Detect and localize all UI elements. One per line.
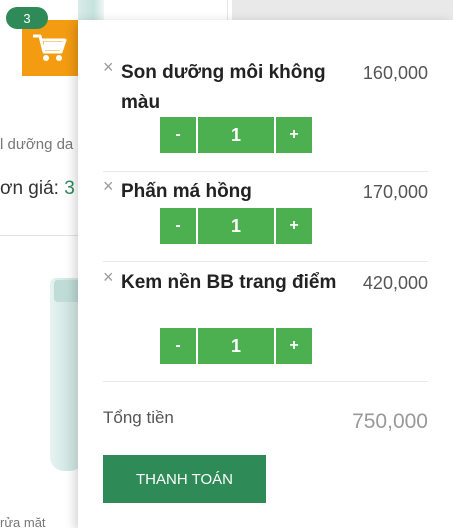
quantity-stepper: - 1 + xyxy=(160,208,312,244)
cart-item-name: Phấn má hồng xyxy=(121,181,252,202)
cart-item-price: 170,000 xyxy=(362,182,428,202)
background-price-value: 3 xyxy=(64,178,75,199)
cart-item-divider xyxy=(103,261,428,262)
cart-total-label: Tổng tiền xyxy=(103,408,174,427)
background-unit-price: ơn giá: 3 xyxy=(0,178,75,200)
quantity-value[interactable]: 1 xyxy=(198,208,274,244)
quantity-stepper: - 1 + xyxy=(160,328,312,364)
cart-item-divider xyxy=(103,171,428,172)
background-product-title: rửa mặt xyxy=(0,515,46,528)
increase-quantity-button[interactable]: + xyxy=(276,117,312,153)
cart-total-value: 750,000 xyxy=(352,410,428,433)
close-icon[interactable]: × xyxy=(103,268,117,286)
increase-quantity-button[interactable]: + xyxy=(276,328,312,364)
decrease-quantity-button[interactable]: - xyxy=(160,328,196,364)
decrease-quantity-button[interactable]: - xyxy=(160,208,196,244)
background-product-description: l dưỡng da xyxy=(0,136,74,153)
cart-icon xyxy=(33,34,67,61)
cart-item-name: Kem nền BB trang điểm xyxy=(121,272,337,293)
checkout-button[interactable]: THANH TOÁN xyxy=(103,455,266,503)
cart-item-name: Son dưỡng môi không màu xyxy=(121,62,326,113)
decrease-quantity-button[interactable]: - xyxy=(160,117,196,153)
background-gray-block xyxy=(232,0,453,20)
quantity-stepper: - 1 + xyxy=(160,117,312,153)
close-icon[interactable]: × xyxy=(103,177,117,195)
cart-total-divider xyxy=(103,381,428,382)
cart-item-price: 160,000 xyxy=(362,63,428,83)
background-separator xyxy=(0,235,78,236)
quantity-value[interactable]: 1 xyxy=(198,328,274,364)
cart-item-price: 420,000 xyxy=(362,273,428,293)
cart-dropdown-panel: × Son dưỡng môi không màu 160,000 - 1 + … xyxy=(78,20,453,528)
background-price-label: ơn giá: xyxy=(0,178,65,199)
background-divider xyxy=(227,0,228,20)
increase-quantity-button[interactable]: + xyxy=(276,208,312,244)
cart-count-badge: 3 xyxy=(6,7,48,29)
quantity-value[interactable]: 1 xyxy=(198,117,274,153)
close-icon[interactable]: × xyxy=(103,58,117,76)
